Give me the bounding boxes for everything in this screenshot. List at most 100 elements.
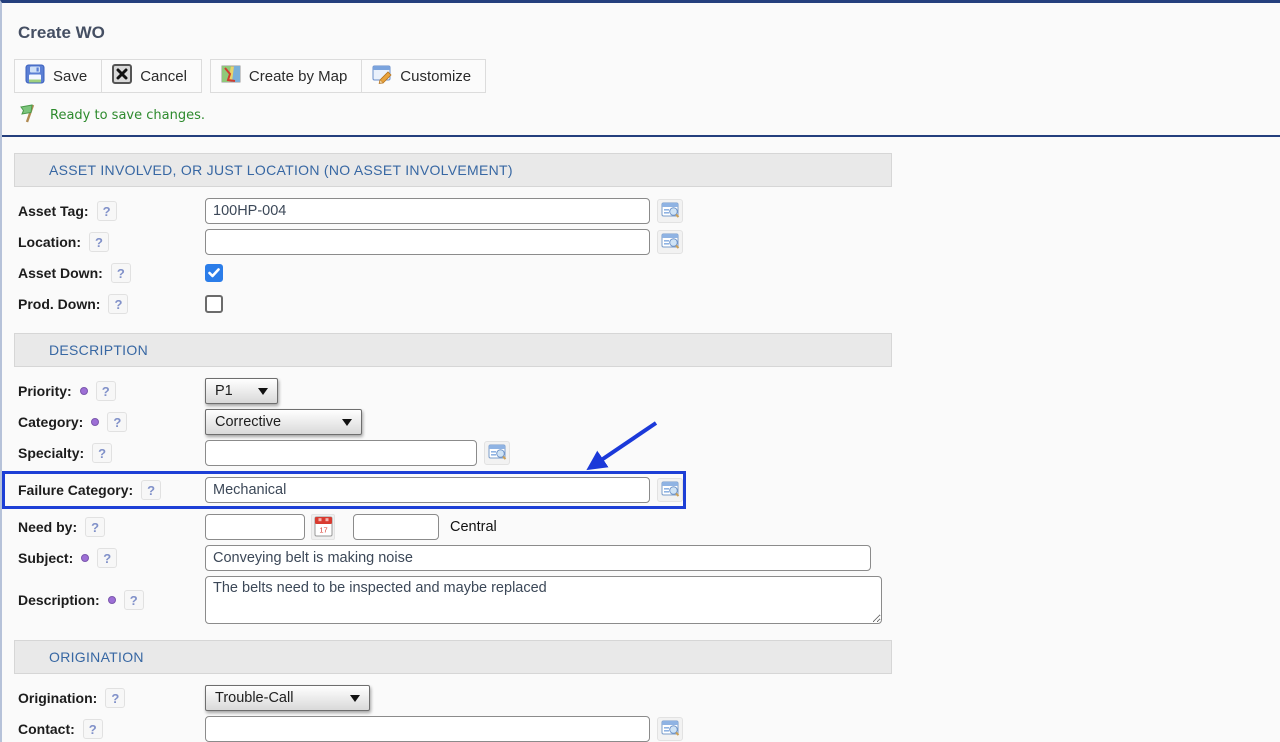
category-help-button[interactable]: ? bbox=[107, 412, 127, 432]
prod-down-help-button[interactable]: ? bbox=[108, 294, 128, 314]
save-button[interactable]: Save bbox=[14, 59, 102, 93]
priority-help-button[interactable]: ? bbox=[96, 381, 116, 401]
create-by-map-label: Create by Map bbox=[249, 68, 347, 85]
section-header-asset: ASSET INVOLVED, OR JUST LOCATION (NO ASS… bbox=[14, 153, 892, 187]
customize-pencil-icon bbox=[372, 64, 392, 88]
need-by-time-input[interactable] bbox=[353, 514, 439, 540]
lookup-icon bbox=[661, 233, 680, 252]
contact-lookup-button[interactable] bbox=[657, 717, 683, 741]
priority-selected-value: P1 bbox=[215, 383, 233, 399]
chevron-down-icon bbox=[350, 695, 360, 702]
origination-selected-value: Trouble-Call bbox=[215, 690, 293, 706]
field-row-need-by: Need by: ? 17 Central bbox=[2, 514, 1280, 540]
failure-category-input[interactable] bbox=[205, 477, 650, 503]
contact-input[interactable] bbox=[205, 716, 650, 742]
failure-category-highlight: Failure Category: ? bbox=[2, 471, 686, 509]
cancel-button[interactable]: Cancel bbox=[101, 59, 202, 93]
specialty-label: Specialty: bbox=[18, 445, 84, 461]
origination-select[interactable]: Trouble-Call bbox=[205, 685, 370, 711]
need-by-date-input[interactable] bbox=[205, 514, 305, 540]
failure-category-label: Failure Category: bbox=[18, 482, 133, 498]
page-title: Create WO bbox=[18, 23, 1280, 43]
customize-button[interactable]: Customize bbox=[361, 59, 486, 93]
section-header-description: DESCRIPTION bbox=[14, 333, 892, 367]
save-button-label: Save bbox=[53, 68, 87, 85]
contact-help-button[interactable]: ? bbox=[83, 719, 103, 739]
flag-icon bbox=[18, 102, 40, 129]
field-row-category: Category: ? Corrective bbox=[2, 409, 1280, 435]
need-by-label: Need by: bbox=[18, 519, 77, 535]
required-indicator bbox=[108, 596, 116, 604]
category-selected-value: Corrective bbox=[215, 414, 281, 430]
category-label: Category: bbox=[18, 414, 83, 430]
asset-down-checkbox[interactable] bbox=[205, 264, 223, 282]
contact-label: Contact: bbox=[18, 721, 75, 737]
asset-tag-input[interactable] bbox=[205, 198, 650, 224]
specialty-input[interactable] bbox=[205, 440, 477, 466]
origination-label: Origination: bbox=[18, 690, 97, 706]
subject-input[interactable] bbox=[205, 545, 871, 571]
field-row-subject: Subject: ? bbox=[2, 545, 1280, 571]
origination-fields: Origination: ? Trouble-Call Contact: ? bbox=[2, 685, 1280, 742]
calendar-picker-button[interactable]: 17 bbox=[311, 514, 335, 540]
map-icon bbox=[221, 64, 241, 88]
status-message: Ready to save changes. bbox=[50, 108, 205, 123]
location-lookup-button[interactable] bbox=[657, 230, 683, 254]
save-icon bbox=[25, 64, 45, 88]
field-row-specialty: Specialty: ? bbox=[2, 440, 1280, 466]
asset-tag-help-button[interactable]: ? bbox=[97, 201, 117, 221]
navy-divider bbox=[2, 135, 1280, 137]
description-fields: Priority: ? P1 Category: ? Corrective Sp… bbox=[2, 378, 1280, 624]
cancel-button-label: Cancel bbox=[140, 68, 187, 85]
failure-category-help-button[interactable]: ? bbox=[141, 480, 161, 500]
lookup-icon bbox=[661, 481, 680, 500]
customize-button-label: Customize bbox=[400, 68, 471, 85]
required-indicator bbox=[80, 387, 88, 395]
subject-label: Subject: bbox=[18, 550, 73, 566]
status-row: Ready to save changes. bbox=[18, 103, 1280, 127]
lookup-icon bbox=[661, 202, 680, 221]
field-row-priority: Priority: ? P1 bbox=[2, 378, 1280, 404]
specialty-lookup-button[interactable] bbox=[484, 441, 510, 465]
priority-label: Priority: bbox=[18, 383, 72, 399]
location-help-button[interactable]: ? bbox=[89, 232, 109, 252]
specialty-help-button[interactable]: ? bbox=[92, 443, 112, 463]
field-row-asset-down: Asset Down: ? bbox=[2, 260, 1280, 286]
lookup-icon bbox=[488, 444, 507, 463]
category-select[interactable]: Corrective bbox=[205, 409, 362, 435]
timezone-label: Central bbox=[450, 519, 497, 535]
chevron-down-icon bbox=[342, 419, 352, 426]
calendar-icon: 17 bbox=[314, 515, 333, 540]
failure-category-lookup-button[interactable] bbox=[657, 478, 683, 502]
field-row-asset-tag: Asset Tag: ? bbox=[2, 198, 1280, 224]
field-row-contact: Contact: ? bbox=[2, 716, 1280, 742]
chevron-down-icon bbox=[258, 388, 268, 395]
asset-tag-label: Asset Tag: bbox=[18, 203, 89, 219]
required-indicator bbox=[91, 418, 99, 426]
field-row-description: Description: ? The belts need to be insp… bbox=[2, 576, 1280, 624]
description-label: Description: bbox=[18, 592, 100, 608]
toolbar-group-save: Save Cancel bbox=[14, 59, 202, 93]
create-by-map-button[interactable]: Create by Map bbox=[210, 59, 362, 93]
asset-tag-lookup-button[interactable] bbox=[657, 199, 683, 223]
field-row-prod-down: Prod. Down: ? bbox=[2, 291, 1280, 317]
lookup-icon bbox=[661, 720, 680, 739]
asset-down-help-button[interactable]: ? bbox=[111, 263, 131, 283]
priority-select[interactable]: P1 bbox=[205, 378, 278, 404]
toolbar: Save Cancel Create by Map Customize bbox=[14, 59, 1280, 93]
origination-help-button[interactable]: ? bbox=[105, 688, 125, 708]
toolbar-group-extra: Create by Map Customize bbox=[210, 59, 486, 93]
asset-fields: Asset Tag: ? Location: ? Asset Down: ? P… bbox=[2, 198, 1280, 317]
asset-down-label: Asset Down: bbox=[18, 265, 103, 281]
required-indicator bbox=[81, 554, 89, 562]
subject-help-button[interactable]: ? bbox=[97, 548, 117, 568]
need-by-help-button[interactable]: ? bbox=[85, 517, 105, 537]
prod-down-checkbox[interactable] bbox=[205, 295, 223, 313]
location-input[interactable] bbox=[205, 229, 650, 255]
description-help-button[interactable]: ? bbox=[124, 590, 144, 610]
section-header-origination: ORIGINATION bbox=[14, 640, 892, 674]
description-textarea[interactable]: The belts need to be inspected and maybe… bbox=[205, 576, 882, 624]
prod-down-label: Prod. Down: bbox=[18, 296, 100, 312]
field-row-origination: Origination: ? Trouble-Call bbox=[2, 685, 1280, 711]
field-row-location: Location: ? bbox=[2, 229, 1280, 255]
